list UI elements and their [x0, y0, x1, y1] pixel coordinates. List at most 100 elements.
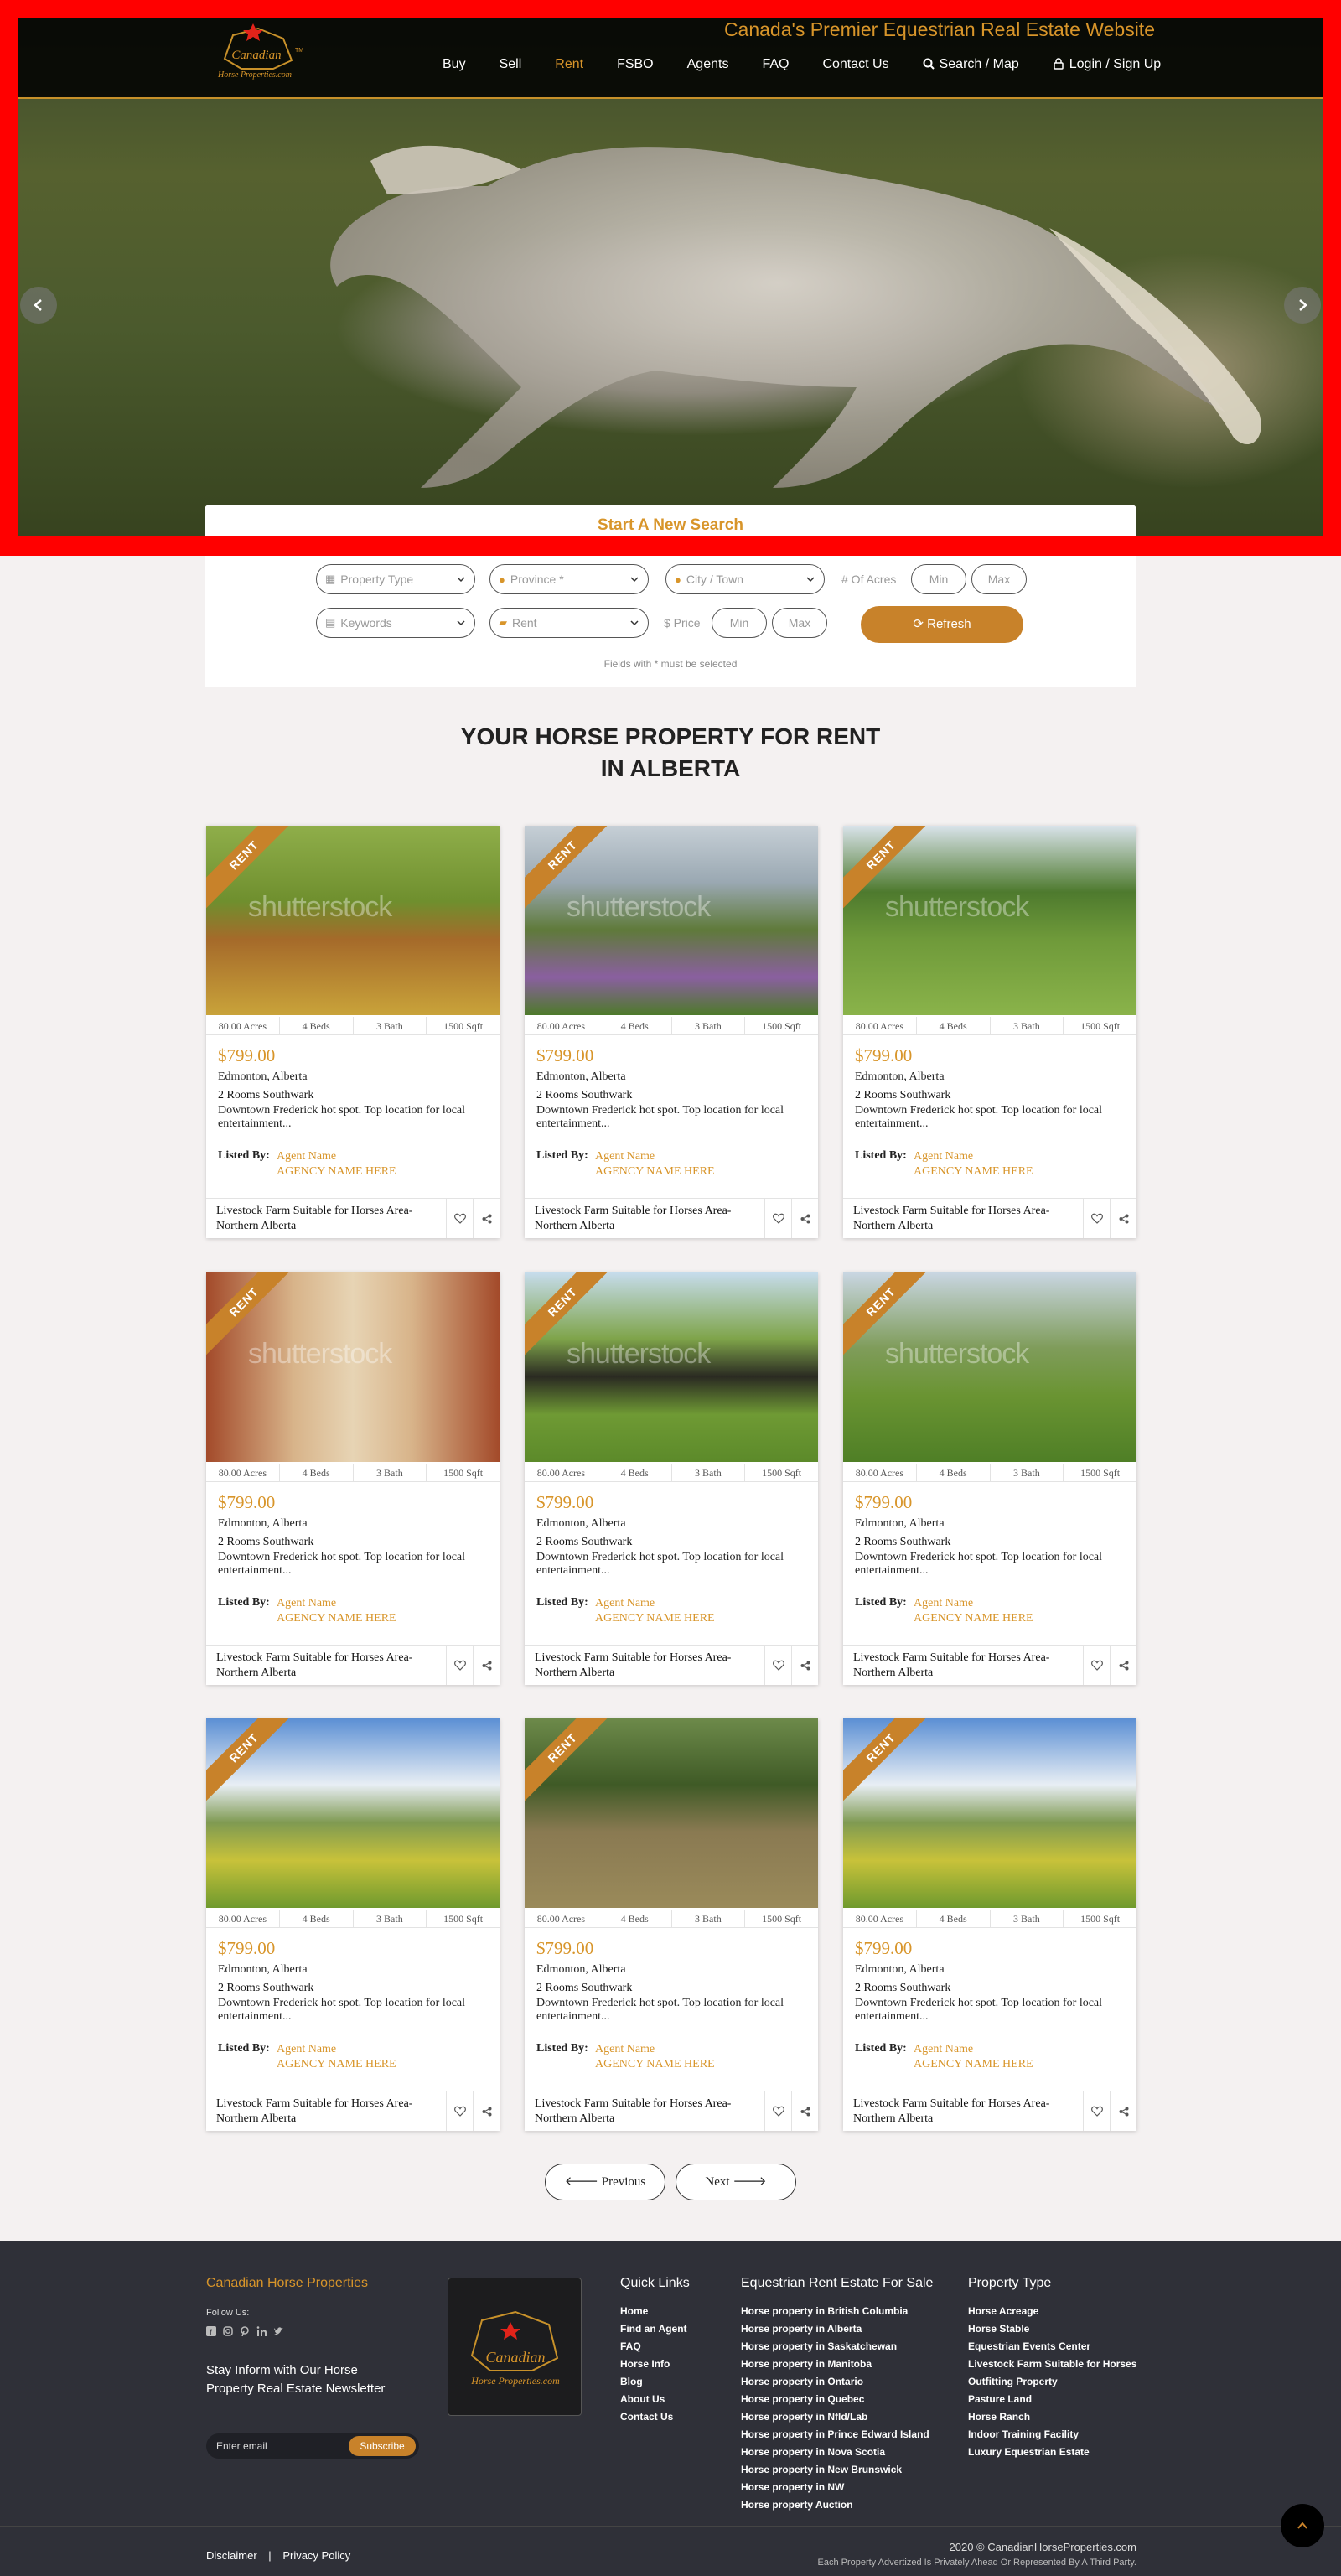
- share-button[interactable]: [1110, 2091, 1136, 2131]
- rent-link[interactable]: Horse property in Quebec: [741, 2391, 933, 2408]
- nav-login-signup[interactable]: Login / Sign Up: [1036, 55, 1178, 74]
- listing-type-select[interactable]: ▰ Rent: [489, 608, 649, 638]
- facebook-icon[interactable]: f: [206, 2326, 216, 2336]
- listing-photo[interactable]: shutterstock RENT: [206, 826, 500, 1015]
- property-type-link[interactable]: Livestock Farm Suitable for Horses: [968, 2356, 1136, 2373]
- agent-name-link[interactable]: Agent Name: [595, 1149, 715, 1164]
- share-button[interactable]: [473, 1646, 500, 1685]
- rent-link[interactable]: Horse property in Nfld/Lab: [741, 2408, 933, 2426]
- listing-card[interactable]: shutterstock RENT 80.00 Acres 4 Beds 3 Bath 1…: [525, 1272, 818, 1685]
- agent-name-link[interactable]: Agent Name: [914, 2042, 1033, 2057]
- property-type-link[interactable]: Outfitting Property: [968, 2373, 1136, 2391]
- nav-sell[interactable]: Sell: [483, 55, 539, 74]
- agency-name-link[interactable]: AGENCY NAME HERE: [277, 1611, 396, 1626]
- agent-name-link[interactable]: Agent Name: [595, 2042, 715, 2057]
- rent-link[interactable]: Horse property in Manitoba: [741, 2356, 933, 2373]
- listing-photo[interactable]: RENT: [843, 1718, 1136, 1908]
- quick-link[interactable]: Contact Us: [620, 2408, 690, 2426]
- previous-page-button[interactable]: 🡐 Previous: [545, 2164, 665, 2200]
- nav-buy[interactable]: Buy: [426, 55, 483, 74]
- listing-photo[interactable]: RENT: [525, 1718, 818, 1908]
- listing-photo[interactable]: shutterstock RENT: [525, 826, 818, 1015]
- quick-link[interactable]: Home: [620, 2303, 690, 2320]
- favorite-button[interactable]: [1083, 2091, 1110, 2131]
- quick-link[interactable]: About Us: [620, 2391, 690, 2408]
- property-type-link[interactable]: Horse Acreage: [968, 2303, 1136, 2320]
- newsletter-email-input[interactable]: Enter email Subscribe: [206, 2433, 419, 2459]
- favorite-button[interactable]: [1083, 1646, 1110, 1685]
- keywords-select[interactable]: ▤ Keywords: [316, 608, 475, 638]
- rent-link[interactable]: Horse property in New Brunswick: [741, 2461, 933, 2479]
- rent-link[interactable]: Horse property in NW: [741, 2479, 933, 2496]
- listing-title[interactable]: Livestock Farm Suitable for Horses Area-…: [216, 1651, 443, 1681]
- rent-link[interactable]: Horse property in Nova Scotia: [741, 2444, 933, 2461]
- share-button[interactable]: [791, 1199, 818, 1238]
- property-type-link[interactable]: Pasture Land: [968, 2391, 1136, 2408]
- listing-card[interactable]: RENT 80.00 Acres 4 Beds 3 Bath 1500 Sqft $799…: [206, 1718, 500, 2131]
- quick-link[interactable]: Horse Info: [620, 2356, 690, 2373]
- favorite-button[interactable]: [446, 2091, 473, 2131]
- favorite-button[interactable]: [764, 2091, 791, 2131]
- share-button[interactable]: [473, 1199, 500, 1238]
- agent-name-link[interactable]: Agent Name: [595, 1596, 715, 1611]
- disclaimer-link[interactable]: Disclaimer: [206, 2549, 257, 2562]
- nav-rent[interactable]: Rent: [538, 55, 600, 74]
- linkedin-icon[interactable]: [256, 2326, 267, 2336]
- listing-card[interactable]: shutterstock RENT 80.00 Acres 4 Beds 3 Bath 1…: [206, 1272, 500, 1685]
- next-page-button[interactable]: Next 🡒: [676, 2164, 796, 2200]
- property-type-link[interactable]: Indoor Training Facility: [968, 2426, 1136, 2444]
- property-type-link[interactable]: Horse Stable: [968, 2320, 1136, 2338]
- agency-name-link[interactable]: AGENCY NAME HERE: [914, 1611, 1033, 1626]
- share-button[interactable]: [791, 2091, 818, 2131]
- listing-card[interactable]: RENT 80.00 Acres 4 Beds 3 Bath 1500 Sqft $799…: [843, 1718, 1136, 2131]
- agency-name-link[interactable]: AGENCY NAME HERE: [595, 2057, 715, 2072]
- privacy-policy-link[interactable]: Privacy Policy: [282, 2549, 350, 2562]
- listing-title[interactable]: Livestock Farm Suitable for Horses Area-…: [853, 1651, 1080, 1681]
- listing-photo[interactable]: shutterstock RENT: [843, 1272, 1136, 1462]
- nav-agents[interactable]: Agents: [670, 55, 746, 74]
- quick-link[interactable]: Find an Agent: [620, 2320, 690, 2338]
- nav-contact-us[interactable]: Contact Us: [805, 55, 905, 74]
- favorite-button[interactable]: [764, 1199, 791, 1238]
- pinterest-icon[interactable]: [240, 2326, 250, 2336]
- site-logo[interactable]: Canadian TM Horse Properties.com: [208, 18, 308, 87]
- listing-card[interactable]: shutterstock RENT 80.00 Acres 4 Beds 3 Bath 1…: [843, 826, 1136, 1238]
- twitter-icon[interactable]: [273, 2326, 283, 2336]
- subscribe-button[interactable]: Subscribe: [349, 2436, 416, 2456]
- listing-title[interactable]: Livestock Farm Suitable for Horses Area-…: [535, 2097, 761, 2127]
- listing-title[interactable]: Livestock Farm Suitable for Horses Area-…: [216, 1204, 443, 1234]
- agency-name-link[interactable]: AGENCY NAME HERE: [595, 1164, 715, 1179]
- instagram-icon[interactable]: [223, 2326, 233, 2336]
- share-button[interactable]: [1110, 1646, 1136, 1685]
- rent-link[interactable]: Horse property in Alberta: [741, 2320, 933, 2338]
- listing-title[interactable]: Livestock Farm Suitable for Horses Area-…: [853, 1204, 1080, 1234]
- agent-name-link[interactable]: Agent Name: [277, 1149, 396, 1164]
- slider-prev-button[interactable]: [20, 287, 57, 324]
- rent-link[interactable]: Horse property Auction: [741, 2496, 933, 2514]
- acres-min-input[interactable]: Min: [911, 564, 966, 594]
- property-type-link[interactable]: Horse Ranch: [968, 2408, 1136, 2426]
- nav-fsbo[interactable]: FSBO: [600, 55, 670, 74]
- listing-card[interactable]: shutterstock RENT 80.00 Acres 4 Beds 3 Bath 1…: [843, 1272, 1136, 1685]
- property-type-link[interactable]: Luxury Equestrian Estate: [968, 2444, 1136, 2461]
- nav-faq[interactable]: FAQ: [745, 55, 805, 74]
- share-button[interactable]: [791, 1646, 818, 1685]
- agency-name-link[interactable]: AGENCY NAME HERE: [277, 2057, 396, 2072]
- refresh-button[interactable]: ⟳ Refresh: [861, 606, 1023, 643]
- agent-name-link[interactable]: Agent Name: [914, 1149, 1033, 1164]
- listing-card[interactable]: shutterstock RENT 80.00 Acres 4 Beds 3 Bath 1…: [206, 826, 500, 1238]
- scroll-to-top-button[interactable]: [1281, 2504, 1324, 2547]
- share-button[interactable]: [473, 2091, 500, 2131]
- property-type-select[interactable]: ▦ Property Type: [316, 564, 475, 594]
- agency-name-link[interactable]: AGENCY NAME HERE: [914, 1164, 1033, 1179]
- listing-title[interactable]: Livestock Farm Suitable for Horses Area-…: [535, 1651, 761, 1681]
- agency-name-link[interactable]: AGENCY NAME HERE: [595, 1611, 715, 1626]
- listing-photo[interactable]: RENT: [206, 1718, 500, 1908]
- listing-photo[interactable]: shutterstock RENT: [525, 1272, 818, 1462]
- agent-name-link[interactable]: Agent Name: [277, 1596, 396, 1611]
- city-select[interactable]: ● City / Town: [665, 564, 825, 594]
- rent-link[interactable]: Horse property in British Columbia: [741, 2303, 933, 2320]
- property-type-link[interactable]: Equestrian Events Center: [968, 2338, 1136, 2356]
- listing-title[interactable]: Livestock Farm Suitable for Horses Area-…: [216, 2097, 443, 2127]
- acres-max-input[interactable]: Max: [971, 564, 1027, 594]
